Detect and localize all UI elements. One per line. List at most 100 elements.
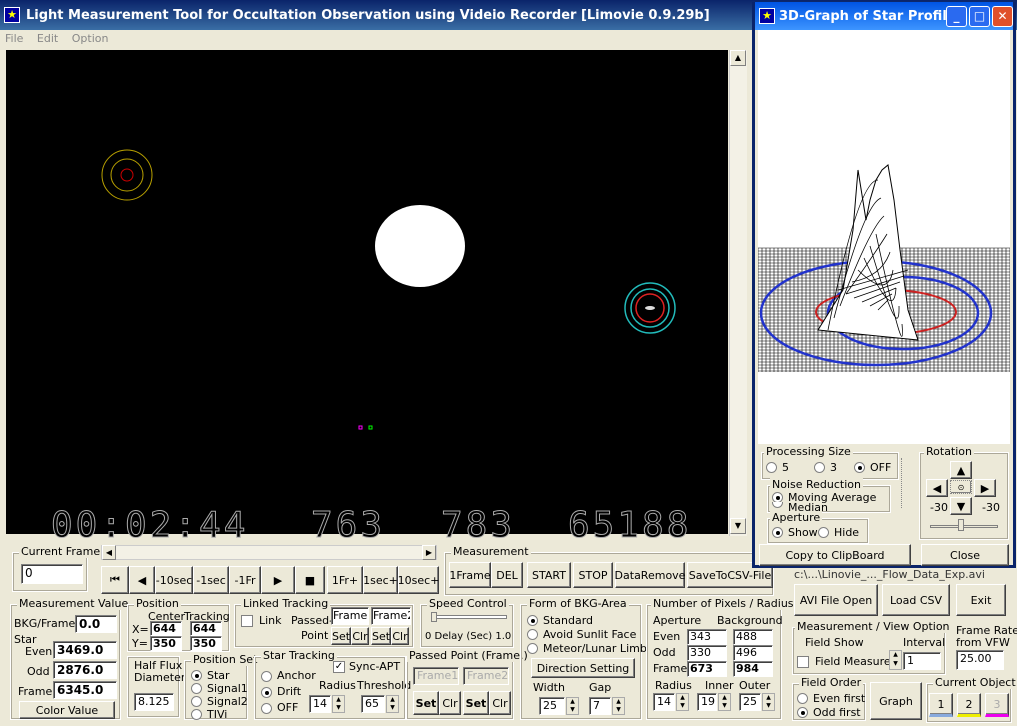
minus-1sec-button[interactable]: -1sec (193, 566, 229, 594)
menu-edit[interactable]: Edit (32, 30, 63, 47)
passed-clr1-button[interactable]: Clr (439, 691, 461, 715)
stop-play-button[interactable]: ■ (295, 566, 325, 594)
proc-slider[interactable] (901, 458, 909, 508)
threshold-spinner[interactable]: ▲ ▼ (386, 695, 399, 713)
rotation-slider[interactable] (930, 525, 998, 528)
passed-set1-button[interactable]: Set (413, 691, 439, 715)
speed-slider[interactable] (431, 615, 507, 619)
passed-frame2-field[interactable]: Frame2 (463, 667, 509, 685)
current-frame-input[interactable]: 0 (21, 564, 83, 584)
sync-apt-checkbox[interactable]: ✓ (333, 661, 345, 673)
avi-file-open-button[interactable]: AVI File Open (794, 584, 878, 616)
one-frame-button[interactable]: 1Frame (449, 562, 491, 588)
start-button[interactable]: START (527, 562, 571, 588)
bkg-gap-input[interactable]: 7 (589, 697, 611, 715)
object-3-button[interactable]: 3 (985, 693, 1009, 717)
threshold-input[interactable]: 65 (361, 695, 385, 713)
track-radius-spinner[interactable]: ▲ ▼ (332, 695, 345, 713)
linked-set2-button[interactable]: Set (371, 627, 391, 645)
track-off-radio[interactable] (261, 703, 272, 714)
link-checkbox[interactable] (241, 615, 253, 627)
rotate-reset-icon[interactable]: ⊙ (950, 480, 972, 494)
menu-file[interactable]: File (0, 30, 28, 47)
bkg-gap-spinner[interactable]: ▲ ▼ (612, 697, 625, 715)
posset-signal2-radio[interactable] (191, 696, 202, 707)
minus-1fr-button[interactable]: -1Fr (229, 566, 261, 594)
interval-input[interactable]: 1 (903, 652, 941, 670)
posset-signal1-radio[interactable] (191, 683, 202, 694)
odd-first-radio[interactable] (797, 707, 808, 718)
first-frame-button[interactable]: ⏮ (101, 566, 129, 594)
bkg-width-spinner[interactable]: ▲ ▼ (566, 697, 579, 715)
close-window-icon[interactable]: ✕ (992, 6, 1013, 27)
pix-outer-input[interactable]: 25 (739, 693, 761, 711)
even-first-radio[interactable] (797, 693, 808, 704)
color-value-button[interactable]: Color Value (19, 701, 115, 719)
prev-button[interactable]: ◀ (129, 566, 155, 594)
linked-clr1-button[interactable]: Clr (351, 627, 369, 645)
proc-5-radio[interactable] (766, 462, 777, 473)
linked-frame1-field[interactable]: Frame1 (331, 607, 369, 625)
maximize-icon[interactable]: □ (969, 6, 990, 27)
slider-right-icon[interactable]: ▶ (422, 545, 436, 560)
pix-radius-spinner[interactable]: ▲ ▼ (676, 693, 689, 711)
bkg-avoid-sunlit-radio[interactable] (527, 629, 538, 640)
passed-clr2-button[interactable]: Clr (489, 691, 511, 715)
aperture-show-radio[interactable] (772, 527, 783, 538)
load-csv-button[interactable]: Load CSV (882, 584, 950, 616)
plus-1sec-button[interactable]: 1sec+ (363, 566, 398, 594)
plus-10sec-button[interactable]: 10sec+ (398, 566, 439, 594)
data-remove-button[interactable]: DataRemove (615, 562, 685, 588)
rotate-down-icon[interactable]: ▼ (950, 497, 972, 515)
minus-10sec-button[interactable]: -10sec (155, 566, 193, 594)
direction-setting-button[interactable]: Direction Setting (531, 658, 635, 678)
aperture-hide-radio[interactable] (818, 527, 829, 538)
pix-inner-spinner[interactable]: ▲ ▼ (718, 693, 731, 711)
object-2-button[interactable]: 2 (957, 693, 981, 717)
scroll-up-icon[interactable]: ▲ (730, 50, 746, 66)
linked-frame2-field[interactable]: Frame2 (371, 607, 411, 625)
video-display[interactable]: 00:02:44 763 783 65188 (6, 50, 728, 547)
pix-inner-input[interactable]: 19 (697, 693, 717, 711)
bkg-meteor-radio[interactable] (527, 643, 538, 654)
video-scrollbar[interactable]: ▲ ▼ (729, 50, 747, 536)
scroll-down-icon[interactable]: ▼ (730, 518, 746, 534)
rotation-slider-thumb[interactable] (958, 519, 964, 531)
proc-off-radio[interactable] (854, 462, 865, 473)
track-radius-input[interactable]: 14 (309, 695, 331, 713)
rotate-left-icon[interactable]: ◀ (926, 479, 948, 497)
pix-outer-spinner[interactable]: ▲ ▼ (762, 693, 775, 711)
frame-slider[interactable]: ◀ ▶ (101, 545, 437, 560)
speed-slider-thumb[interactable] (431, 612, 437, 622)
plus-1fr-button[interactable]: 1Fr+ (327, 566, 363, 594)
menu-option[interactable]: Option (67, 30, 114, 47)
rotate-right-icon[interactable]: ▶ (974, 479, 996, 497)
graph-button[interactable]: Graph (870, 682, 922, 720)
field-measure-checkbox[interactable] (797, 656, 809, 668)
median-radio[interactable] (772, 502, 783, 508)
track-anchor-radio[interactable] (261, 671, 272, 682)
rotate-up-icon[interactable]: ▲ (950, 461, 972, 479)
linked-set1-button[interactable]: Set (331, 627, 351, 645)
passed-set2-button[interactable]: Set (463, 691, 489, 715)
passed-frame1-field[interactable]: Frame1 (413, 667, 459, 685)
object-1-button[interactable]: 1 (929, 693, 953, 717)
copy-clipboard-button[interactable]: Copy to ClipBoard (759, 544, 911, 566)
track-drift-radio[interactable] (261, 687, 272, 698)
close-popup-button[interactable]: Close (921, 544, 1009, 566)
stop-button[interactable]: STOP (573, 562, 613, 588)
exit-button[interactable]: Exit (956, 584, 1006, 616)
proc-3-radio[interactable] (814, 462, 825, 473)
bkg-standard-radio[interactable] (527, 615, 538, 626)
interval-spinner[interactable]: ▲ ▼ (889, 650, 902, 670)
slider-left-icon[interactable]: ◀ (102, 545, 116, 560)
linked-clr2-button[interactable]: Clr (391, 627, 409, 645)
minimize-icon[interactable]: _ (946, 6, 967, 27)
posset-star-radio[interactable] (191, 670, 202, 681)
bkg-width-input[interactable]: 25 (539, 697, 565, 715)
del-button[interactable]: DEL (491, 562, 523, 588)
bkg-avoid-sunlit-label: Avoid Sunlit Face (543, 628, 637, 641)
play-button[interactable]: ▶ (261, 566, 295, 594)
pix-radius-input[interactable]: 14 (653, 693, 675, 711)
posset-tivi-radio[interactable] (191, 709, 202, 720)
